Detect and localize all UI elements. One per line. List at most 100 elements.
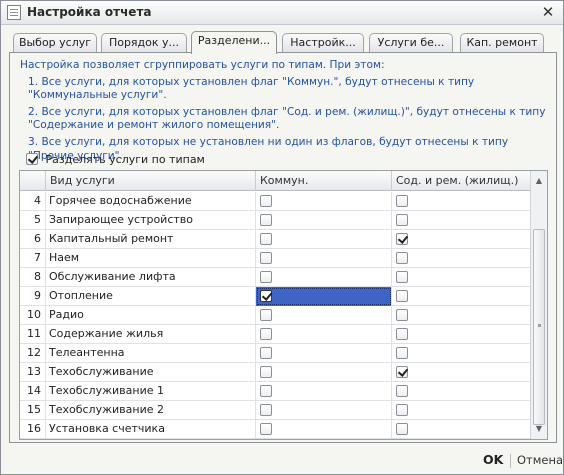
table-row[interactable]: 16 Установка счетчика bbox=[20, 420, 530, 439]
maintenance-flag-cell[interactable] bbox=[392, 401, 530, 420]
scroll-up-icon[interactable]: ▲ bbox=[531, 173, 547, 189]
service-name[interactable]: Техобслуживание 2 bbox=[46, 401, 256, 420]
communal-flag-cell[interactable] bbox=[256, 306, 392, 325]
communal-flag-checkbox[interactable] bbox=[260, 195, 272, 207]
maintenance-flag-checkbox[interactable] bbox=[396, 423, 408, 435]
communal-flag-cell[interactable] bbox=[256, 363, 392, 382]
communal-flag-cell[interactable] bbox=[256, 382, 392, 401]
maintenance-flag-checkbox[interactable] bbox=[396, 271, 408, 283]
maintenance-flag-cell[interactable] bbox=[392, 363, 530, 382]
maintenance-flag-checkbox[interactable] bbox=[396, 366, 408, 378]
communal-flag-cell[interactable] bbox=[256, 420, 392, 439]
communal-flag-checkbox[interactable] bbox=[260, 214, 272, 226]
communal-flag-checkbox[interactable] bbox=[260, 347, 272, 359]
tab-services-without[interactable]: Услуги бе... bbox=[369, 33, 453, 52]
maintenance-flag-cell[interactable] bbox=[392, 230, 530, 249]
maintenance-flag-cell[interactable] bbox=[392, 287, 530, 306]
communal-flag-cell[interactable] bbox=[256, 287, 392, 306]
info-line-2: 2. Все услуги, для которых установлен фл… bbox=[28, 105, 546, 132]
communal-flag-checkbox[interactable] bbox=[260, 252, 272, 264]
service-name[interactable]: Обслуживание лифта bbox=[46, 268, 256, 287]
tab-service-order[interactable]: Порядок у... bbox=[101, 33, 187, 52]
maintenance-flag-cell[interactable] bbox=[392, 344, 530, 363]
table-row[interactable]: 13 Техобслуживание bbox=[20, 363, 530, 382]
maintenance-flag-checkbox[interactable] bbox=[396, 214, 408, 226]
header-maintenance[interactable]: Сод. и рем. (жилищ.) bbox=[392, 171, 530, 191]
split-by-type-checkbox[interactable] bbox=[26, 153, 38, 165]
footer-separator bbox=[510, 454, 511, 468]
tab-settings[interactable]: Настройк... bbox=[282, 33, 364, 52]
scrollbar-thumb[interactable] bbox=[533, 229, 545, 425]
title-bar: Настройка отчета ✕ bbox=[1, 1, 563, 25]
ok-button[interactable]: OK bbox=[483, 452, 503, 467]
table-row[interactable]: 11 Содержание жилья bbox=[20, 325, 530, 344]
table-row[interactable]: 4 Горячее водоснабжение bbox=[20, 192, 530, 211]
table-row[interactable]: 12 Телеантенна bbox=[20, 344, 530, 363]
service-name[interactable]: Содержание жилья bbox=[46, 325, 256, 344]
service-name[interactable]: Наем bbox=[46, 249, 256, 268]
maintenance-flag-cell[interactable] bbox=[392, 249, 530, 268]
communal-flag-checkbox[interactable] bbox=[260, 366, 272, 378]
cancel-button[interactable]: Отмена bbox=[517, 453, 563, 467]
communal-flag-checkbox[interactable] bbox=[260, 271, 272, 283]
table-row[interactable]: 10 Радио bbox=[20, 306, 530, 325]
maintenance-flag-checkbox[interactable] bbox=[396, 385, 408, 397]
communal-flag-checkbox[interactable] bbox=[260, 309, 272, 321]
table-row[interactable]: 9 Отопление bbox=[20, 287, 530, 306]
maintenance-flag-cell[interactable] bbox=[392, 325, 530, 344]
table-row[interactable]: 5 Запирающее устройство bbox=[20, 211, 530, 230]
header-communal[interactable]: Коммун. bbox=[256, 171, 392, 191]
split-by-type-option[interactable]: Разделять услуги по типам bbox=[26, 152, 205, 166]
table-row[interactable]: 6 Капитальный ремонт bbox=[20, 230, 530, 249]
communal-flag-checkbox[interactable] bbox=[260, 423, 272, 435]
communal-flag-cell[interactable] bbox=[256, 249, 392, 268]
vertical-scrollbar[interactable]: ▲ ▼ bbox=[530, 171, 547, 439]
service-name[interactable]: Капитальный ремонт bbox=[46, 230, 256, 249]
communal-flag-checkbox[interactable] bbox=[260, 233, 272, 245]
maintenance-flag-cell[interactable] bbox=[392, 192, 530, 211]
service-name[interactable]: Отопление bbox=[46, 287, 256, 306]
table-row[interactable]: 15 Техобслуживание 2 bbox=[20, 401, 530, 420]
header-service-type[interactable]: Вид услуги bbox=[46, 171, 256, 191]
tab-separation[interactable]: Разделени... bbox=[191, 31, 277, 54]
maintenance-flag-cell[interactable] bbox=[392, 211, 530, 230]
service-name[interactable]: Техобслуживание bbox=[46, 363, 256, 382]
maintenance-flag-checkbox[interactable] bbox=[396, 328, 408, 340]
maintenance-flag-cell[interactable] bbox=[392, 420, 530, 439]
maintenance-flag-checkbox[interactable] bbox=[396, 290, 408, 302]
communal-flag-cell[interactable] bbox=[256, 401, 392, 420]
communal-flag-cell[interactable] bbox=[256, 268, 392, 287]
maintenance-flag-checkbox[interactable] bbox=[396, 309, 408, 321]
communal-flag-checkbox[interactable] bbox=[260, 328, 272, 340]
communal-flag-cell[interactable] bbox=[256, 344, 392, 363]
communal-flag-cell[interactable] bbox=[256, 211, 392, 230]
communal-flag-checkbox[interactable] bbox=[260, 290, 272, 302]
maintenance-flag-checkbox[interactable] bbox=[396, 347, 408, 359]
scroll-down-icon[interactable]: ▼ bbox=[531, 421, 547, 437]
communal-flag-checkbox[interactable] bbox=[260, 385, 272, 397]
communal-flag-cell[interactable] bbox=[256, 325, 392, 344]
maintenance-flag-cell[interactable] bbox=[392, 382, 530, 401]
communal-flag-checkbox[interactable] bbox=[260, 404, 272, 416]
service-name[interactable]: Техобслуживание 1 bbox=[46, 382, 256, 401]
service-name[interactable]: Установка счетчика bbox=[46, 420, 256, 439]
maintenance-flag-cell[interactable] bbox=[392, 306, 530, 325]
maintenance-flag-cell[interactable] bbox=[392, 268, 530, 287]
service-name[interactable]: Запирающее устройство bbox=[46, 211, 256, 230]
table-row[interactable]: 7 Наем bbox=[20, 249, 530, 268]
communal-flag-cell[interactable] bbox=[256, 230, 392, 249]
service-name[interactable]: Телеантенна bbox=[46, 344, 256, 363]
table-row[interactable]: 8 Обслуживание лифта bbox=[20, 268, 530, 287]
maintenance-flag-checkbox[interactable] bbox=[396, 195, 408, 207]
table-row[interactable]: 14 Техобслуживание 1 bbox=[20, 382, 530, 401]
maintenance-flag-checkbox[interactable] bbox=[396, 233, 408, 245]
service-name[interactable]: Горячее водоснабжение bbox=[46, 192, 256, 211]
maintenance-flag-checkbox[interactable] bbox=[396, 404, 408, 416]
maintenance-flag-checkbox[interactable] bbox=[396, 252, 408, 264]
communal-flag-cell[interactable] bbox=[256, 192, 392, 211]
tab-service-selection[interactable]: Выбор услуг bbox=[13, 33, 97, 52]
tab-capital-repair[interactable]: Кап. ремонт bbox=[460, 33, 544, 52]
service-name[interactable]: Радио bbox=[46, 306, 256, 325]
close-icon[interactable]: ✕ bbox=[539, 3, 557, 21]
grid-header: Вид услуги Коммун. Сод. и рем. (жилищ.) bbox=[20, 171, 530, 191]
